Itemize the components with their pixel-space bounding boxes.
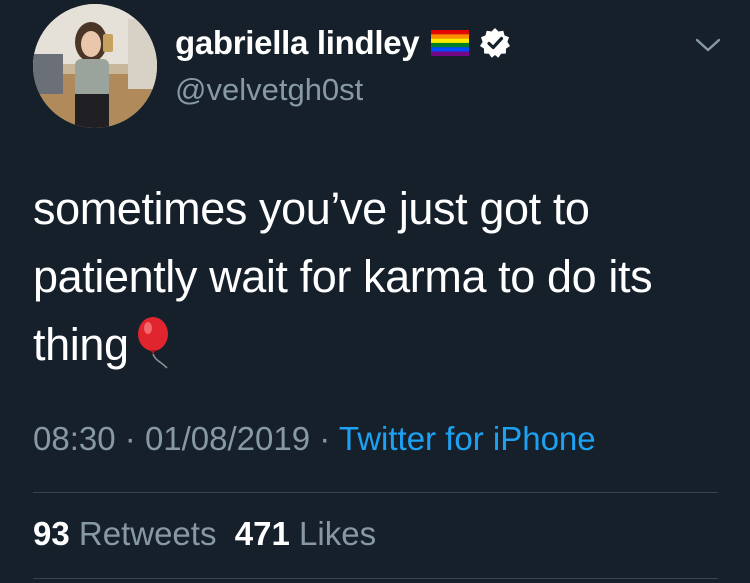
tweet-meta: 08:30 · 01/08/2019 · Twitter for iPhone [33,420,596,458]
user-handle[interactable]: @velvetgh0st [175,72,363,108]
tweet-source-link[interactable]: Twitter for iPhone [339,420,596,457]
likes-count: 471 [234,515,290,552]
divider [33,492,718,493]
likes-label: Likes [299,515,377,552]
tweet-text-line: thing [33,311,723,379]
retweets-stat[interactable]: 93 Retweets [33,515,216,552]
avatar[interactable] [33,4,157,128]
display-name-row: gabriella lindley [175,23,511,63]
tweet-time: 08:30 [33,420,116,457]
tweet-text-segment: thing [33,319,129,370]
meta-separator: · [124,420,136,457]
balloon-icon [135,316,175,372]
avatar-photo [33,4,157,128]
divider [33,578,718,579]
tweet-text-line: patiently wait for karma to do its [33,251,653,302]
tweet-detail: gabriella lindley @velvetgh0st sometimes… [0,0,750,583]
tweet-stats: 93 Retweets 471 Likes [33,515,376,553]
display-name[interactable]: gabriella lindley [175,24,420,62]
likes-stat[interactable]: 471 Likes [235,515,376,552]
tweet-text-line: sometimes you’ve just got to [33,183,590,234]
rainbow-flag-icon [431,30,470,56]
tweet-text: sometimes you’ve just got to patiently w… [33,175,723,379]
meta-separator: · [319,420,331,457]
retweets-label: Retweets [78,515,217,552]
chevron-down-icon[interactable] [693,35,723,55]
verified-badge-icon [479,27,511,59]
retweets-count: 93 [33,515,70,552]
tweet-date: 01/08/2019 [144,420,311,457]
